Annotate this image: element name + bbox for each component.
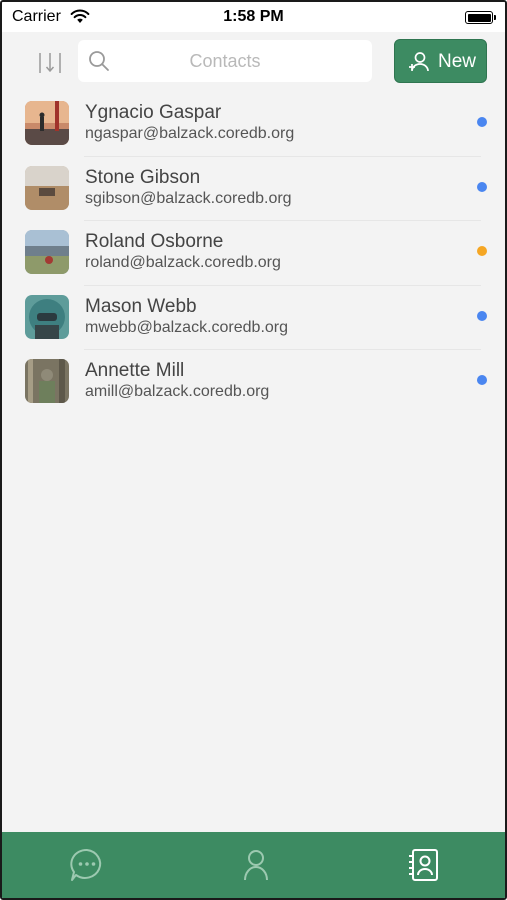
new-button-label: New xyxy=(438,51,477,72)
chat-icon[interactable] xyxy=(68,846,106,884)
app-screen: Carrier 1:58 PM Contacts New Ygnacio Gas… xyxy=(0,0,507,900)
contact-email: roland@balzack.coredb.org xyxy=(85,254,281,271)
avatar xyxy=(25,165,69,210)
battery-icon xyxy=(465,11,496,24)
status-dot xyxy=(477,117,487,127)
contact-email: mwebb@balzack.coredb.org xyxy=(85,318,289,336)
add-user-icon xyxy=(408,51,430,78)
avatar xyxy=(25,294,69,339)
avatar xyxy=(25,359,69,403)
search-input[interactable]: Contacts xyxy=(78,40,372,82)
status-time: 1:58 PM xyxy=(223,8,284,25)
contact-name: Mason Webb xyxy=(85,295,197,317)
contact-row[interactable]: Stone Gibson sgibson@balzack.coredb.org xyxy=(2,157,505,221)
battery-level xyxy=(467,13,491,22)
contact-list: Ygnacio Gaspar ngaspar@balzack.coredb.or… xyxy=(2,92,505,415)
contact-row[interactable]: Ygnacio Gaspar ngaspar@balzack.coredb.or… xyxy=(2,92,505,157)
profile-icon[interactable] xyxy=(237,846,275,884)
contact-row[interactable]: Roland Osborne roland@balzack.coredb.org xyxy=(2,221,505,286)
contact-name: Roland Osborne xyxy=(85,231,224,252)
new-contact-button[interactable]: New xyxy=(394,39,487,83)
status-dot xyxy=(477,246,487,256)
contact-row[interactable]: Mason Webb mwebb@balzack.coredb.org xyxy=(2,286,505,350)
avatar xyxy=(25,101,69,145)
status-bar: Carrier 1:58 PM xyxy=(2,2,505,32)
contact-name: Ygnacio Gaspar xyxy=(85,102,222,123)
contact-name: Annette Mill xyxy=(85,360,185,381)
status-dot xyxy=(477,375,487,385)
status-dot xyxy=(477,310,487,321)
status-dot xyxy=(477,181,487,192)
contacts-toolbar: Contacts New xyxy=(2,32,505,92)
search-placeholder: Contacts xyxy=(189,51,261,71)
contact-email: ngaspar@balzack.coredb.org xyxy=(85,125,295,142)
tab-bar xyxy=(2,832,505,898)
contacts-icon[interactable] xyxy=(406,846,444,884)
contact-name: Stone Gibson xyxy=(85,166,201,188)
sort-icon[interactable] xyxy=(36,50,64,78)
contact-email: sgibson@balzack.coredb.org xyxy=(85,189,292,207)
contact-row[interactable]: Annette Mill amill@balzack.coredb.org xyxy=(2,350,505,415)
contact-email: amill@balzack.coredb.org xyxy=(85,383,270,400)
avatar xyxy=(25,230,69,274)
